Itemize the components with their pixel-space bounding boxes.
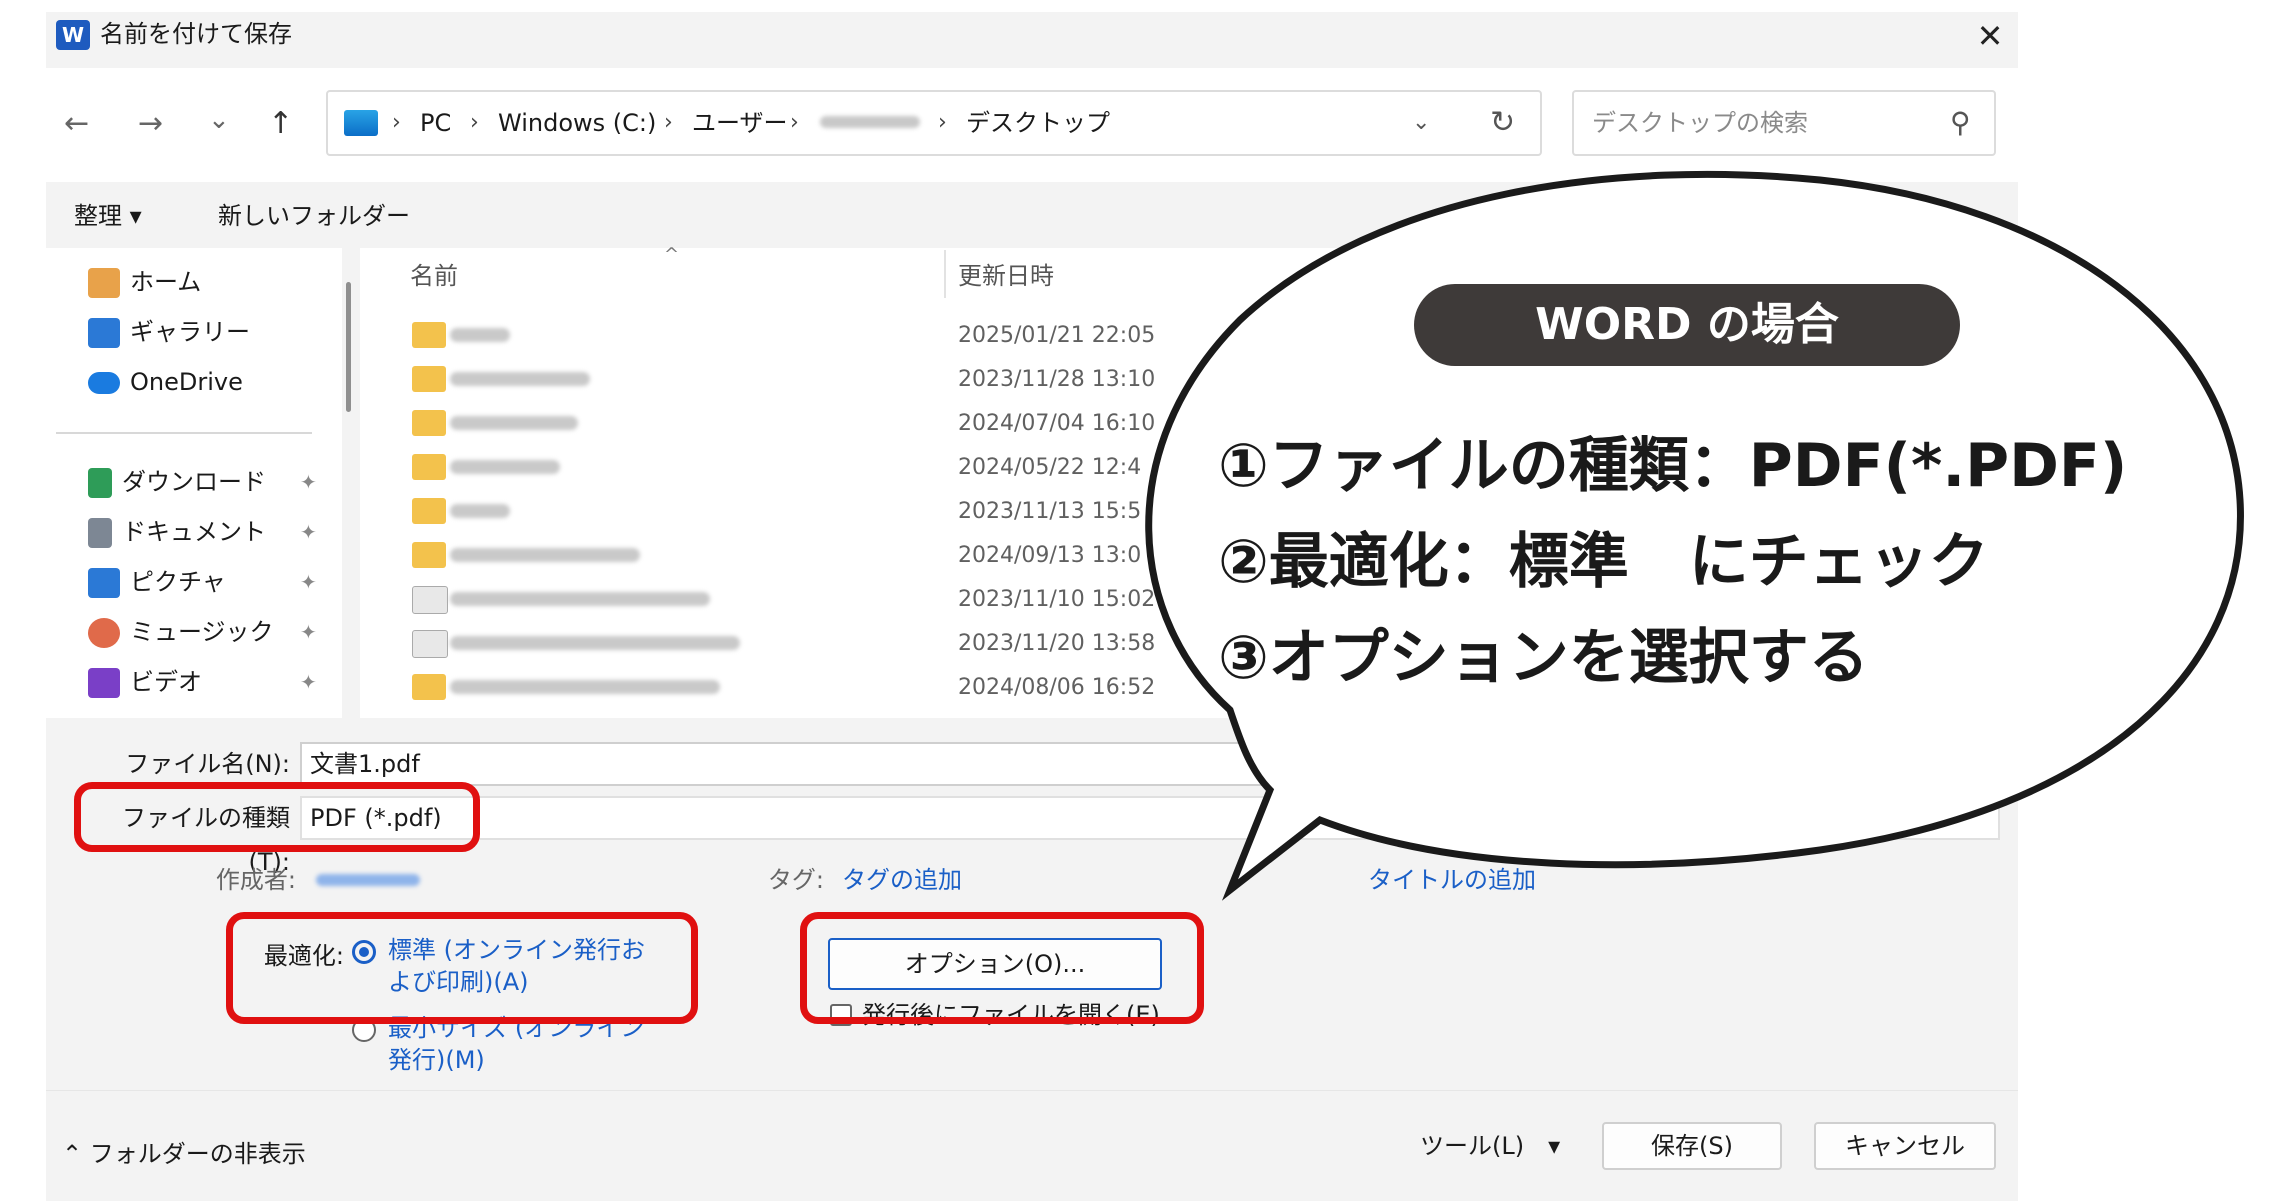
home-icon bbox=[88, 268, 120, 298]
author-label: 作成者: bbox=[215, 866, 296, 894]
sidebar-item-onedrive[interactable]: OneDrive bbox=[88, 358, 338, 406]
sidebar-item-label: ミュージック bbox=[130, 618, 274, 646]
folder-icon bbox=[412, 366, 446, 392]
column-header-date[interactable]: 更新日時 bbox=[958, 256, 1054, 296]
breadcrumb-users[interactable]: ユーザー bbox=[692, 90, 788, 156]
document-icon bbox=[88, 518, 112, 548]
callout-line-3: ③オプションを選択する bbox=[1218, 623, 1869, 693]
cloud-icon bbox=[88, 372, 120, 394]
breadcrumb-separator: › bbox=[938, 110, 947, 135]
tag-label: タグ: bbox=[767, 866, 824, 894]
breadcrumb-pc[interactable]: PC bbox=[420, 90, 451, 156]
search-icon[interactable]: ⚲ bbox=[1950, 90, 1971, 156]
music-icon bbox=[88, 618, 120, 648]
picture-icon bbox=[88, 568, 120, 598]
callout-heading: WORD の場合 bbox=[1414, 284, 1960, 366]
sidebar-scrollbar[interactable] bbox=[346, 282, 351, 412]
refresh-icon[interactable]: ↻ bbox=[1490, 90, 1515, 156]
hide-folders-toggle[interactable]: ⌃ フォルダーの非表示 bbox=[62, 1134, 306, 1174]
filename-label: ファイル名(N): bbox=[125, 750, 290, 778]
breadcrumb-desktop[interactable]: デスクトップ bbox=[966, 90, 1110, 156]
breadcrumb-separator: › bbox=[392, 110, 401, 135]
sidebar-item-home[interactable]: ホーム bbox=[88, 258, 338, 306]
file-name-redacted[interactable] bbox=[450, 328, 510, 342]
folder-icon bbox=[412, 542, 446, 568]
pin-icon: ✦ bbox=[300, 470, 317, 494]
file-name-redacted[interactable] bbox=[450, 372, 590, 386]
highlight-filetype bbox=[74, 782, 480, 852]
video-icon bbox=[88, 668, 120, 698]
folder-shortcut-icon bbox=[412, 674, 446, 700]
tools-dropdown[interactable]: ツール(L) ▾ bbox=[1420, 1126, 1560, 1166]
highlight-optimize bbox=[226, 912, 698, 1024]
sidebar-item-label: OneDrive bbox=[130, 368, 243, 396]
file-name-redacted[interactable] bbox=[450, 460, 560, 474]
download-icon bbox=[88, 468, 112, 498]
pin-icon: ✦ bbox=[300, 570, 317, 594]
hide-folders-label: フォルダーの非表示 bbox=[89, 1140, 306, 1168]
folder-icon bbox=[412, 322, 446, 348]
pin-icon: ✦ bbox=[300, 620, 317, 644]
file-date: 2024/05/22 12:4 bbox=[958, 455, 1142, 480]
shortcut-icon bbox=[412, 586, 448, 614]
sidebar-item-label: ホーム bbox=[130, 268, 202, 296]
pc-icon bbox=[344, 110, 378, 136]
close-button[interactable]: ✕ bbox=[1966, 14, 2014, 58]
up-arrow-icon[interactable]: ↑ bbox=[268, 104, 293, 144]
column-divider[interactable] bbox=[944, 250, 946, 298]
sidebar-item-gallery[interactable]: ギャラリー bbox=[88, 308, 338, 356]
author-value-redacted[interactable] bbox=[316, 874, 420, 886]
organize-button[interactable]: 整理 ▾ bbox=[74, 196, 142, 236]
breadcrumb-separator: › bbox=[790, 110, 799, 135]
forward-arrow-icon[interactable]: → bbox=[138, 104, 163, 144]
file-date: 2023/11/13 15:5 bbox=[958, 499, 1142, 524]
folder-icon bbox=[412, 498, 446, 524]
sidebar-item-label: ドキュメント bbox=[122, 518, 266, 546]
sidebar-item-label: ギャラリー bbox=[130, 318, 250, 346]
folder-icon bbox=[412, 410, 446, 436]
column-header-name[interactable]: 名前 bbox=[410, 256, 458, 296]
chevron-up-icon: ⌃ bbox=[62, 1140, 90, 1168]
file-name-redacted[interactable] bbox=[450, 504, 510, 518]
file-name-redacted[interactable] bbox=[450, 592, 710, 606]
back-arrow-icon[interactable]: ← bbox=[64, 104, 89, 144]
breadcrumb-username-redacted[interactable] bbox=[820, 116, 920, 128]
file-name-redacted[interactable] bbox=[450, 416, 578, 430]
callout-line-1: ①ファイルの種類：PDF(*.PDF) bbox=[1218, 431, 2128, 501]
sidebar-item-label: ダウンロード bbox=[122, 468, 266, 496]
file-name-redacted[interactable] bbox=[450, 548, 640, 562]
dialog-title: 名前を付けて保存 bbox=[100, 20, 292, 48]
recent-locations-icon[interactable]: ⌄ bbox=[208, 100, 230, 140]
folder-icon bbox=[412, 454, 446, 480]
caret-down-icon: ▾ bbox=[1524, 1132, 1561, 1160]
search-placeholder: デスクトップの検索 bbox=[1592, 109, 1808, 137]
gallery-icon bbox=[88, 318, 120, 348]
word-icon: W bbox=[56, 20, 90, 50]
breadcrumb-separator: › bbox=[470, 110, 479, 135]
new-folder-button[interactable]: 新しいフォルダー bbox=[218, 196, 410, 236]
file-name-redacted[interactable] bbox=[450, 636, 740, 650]
save-button[interactable]: 保存(S) bbox=[1602, 1122, 1782, 1170]
pin-icon: ✦ bbox=[300, 520, 317, 544]
breadcrumb-separator: › bbox=[664, 110, 673, 135]
pin-icon: ✦ bbox=[300, 670, 317, 694]
sort-caret-icon: ^ bbox=[664, 244, 680, 265]
callout-line-2: ②最適化：標準 にチェック bbox=[1218, 527, 1989, 597]
file-date: 2024/09/13 13:0 bbox=[958, 543, 1142, 568]
cancel-button[interactable]: キャンセル bbox=[1814, 1122, 1996, 1170]
breadcrumb-drive[interactable]: Windows (C:) bbox=[498, 90, 656, 156]
title-bar bbox=[46, 12, 2018, 68]
file-name-redacted[interactable] bbox=[450, 680, 720, 694]
tools-label: ツール(L) bbox=[1420, 1132, 1525, 1160]
highlight-options bbox=[800, 912, 1204, 1024]
add-tag-link[interactable]: タグの追加 bbox=[842, 862, 962, 898]
sidebar-divider bbox=[56, 432, 312, 434]
shortcut-icon bbox=[412, 630, 448, 658]
sidebar-item-label: ピクチャ bbox=[130, 568, 226, 596]
chevron-down-icon[interactable]: ⌄ bbox=[1412, 90, 1430, 156]
sidebar-item-label: ビデオ bbox=[130, 668, 202, 696]
